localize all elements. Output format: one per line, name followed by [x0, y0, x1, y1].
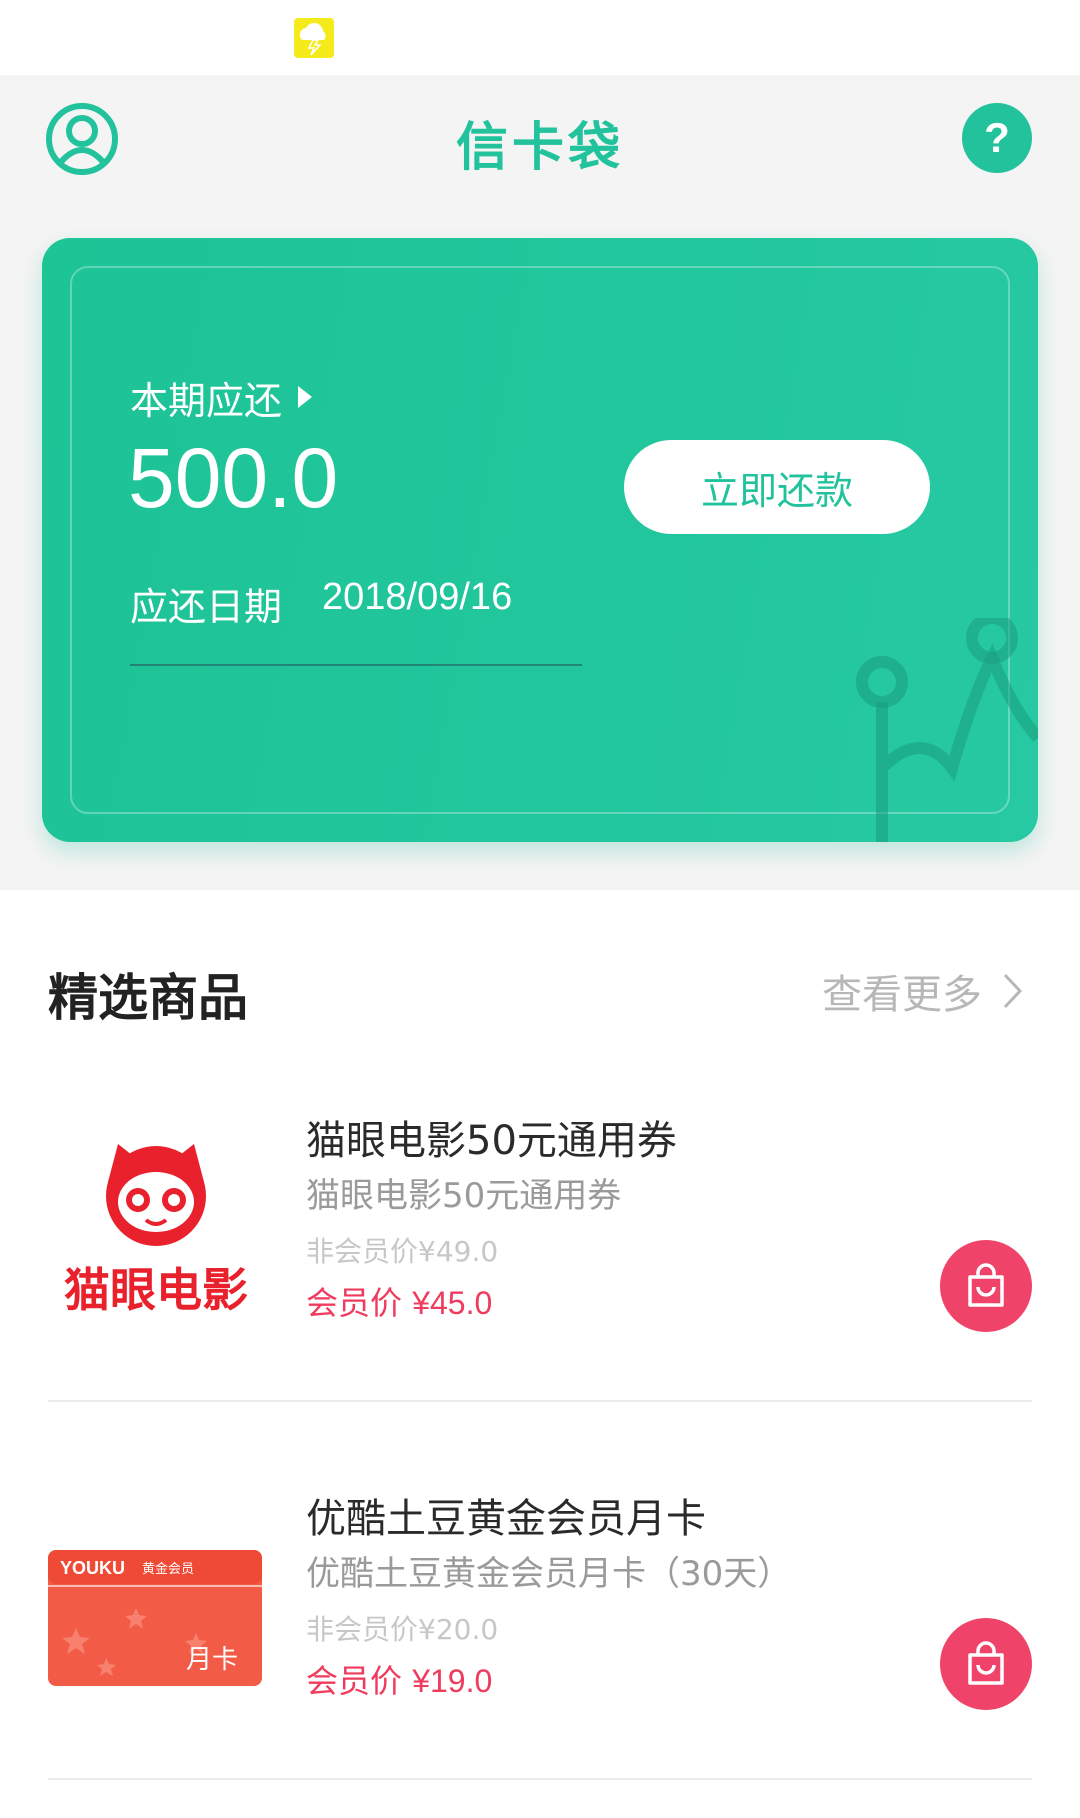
- original-price: 非会员价¥20.0: [306, 1613, 499, 1646]
- maoyan-logo: 猫眼电影: [46, 1120, 266, 1340]
- due-date-value: 2018/09/16: [322, 576, 513, 618]
- svg-text:?: ?: [984, 114, 1010, 161]
- member-price-amount: ¥19.0: [412, 1663, 493, 1699]
- featured-section-header: 精选商品 查看更多: [0, 950, 1080, 1030]
- help-icon[interactable]: ?: [962, 103, 1032, 173]
- card-underline: [130, 664, 582, 666]
- due-date-row: 应还日期 2018/09/16: [130, 576, 512, 631]
- youku-gold-card: YOUKU 黄金会员 月卡: [46, 1498, 266, 1718]
- maoyan-logo-text: 猫眼电影: [64, 1263, 248, 1317]
- due-date-label: 应还日期: [130, 585, 283, 629]
- chevron-right-icon: [1002, 971, 1024, 1011]
- product-subtitle: 优酷土豆黄金会员月卡（30天）: [306, 1554, 792, 1594]
- period-label-text: 本期应还: [130, 378, 283, 423]
- youku-card-label: 月卡: [186, 1645, 238, 1675]
- repay-now-button[interactable]: 立即还款: [624, 440, 930, 534]
- bill-card: 本期应还 500.0 应还日期 2018/09/16 立即还款: [42, 238, 1038, 842]
- product-item[interactable]: 猫眼电影 猫眼电影50元通用券 猫眼电影50元通用券 非会员价¥49.0 会员价…: [0, 1080, 1080, 1440]
- add-to-cart-button[interactable]: [940, 1240, 1032, 1332]
- status-bar: [0, 0, 1080, 75]
- youku-logo-text: YOUKU: [60, 1558, 125, 1578]
- member-price: 会员价 ¥45.0: [306, 1278, 492, 1324]
- card-decoration-graphic: [802, 618, 1038, 842]
- member-price-amount: ¥45.0: [412, 1285, 493, 1321]
- due-amount: 500.0: [128, 431, 339, 525]
- divider: [48, 1778, 1032, 1780]
- add-to-cart-button[interactable]: [940, 1618, 1032, 1710]
- shopping-bag-icon: [968, 1263, 1004, 1307]
- caret-right-icon: [296, 384, 314, 410]
- product-item[interactable]: YOUKU 黄金会员 月卡 优酷土豆黄金会员月卡 优酷土豆黄金会员月卡（30天）…: [0, 1458, 1080, 1818]
- shopping-bag-icon: [968, 1641, 1004, 1685]
- see-more-label: 查看更多: [822, 972, 982, 1018]
- product-name: 猫眼电影50元通用券: [306, 1118, 677, 1164]
- member-price-label: 会员价: [306, 1662, 403, 1700]
- divider: [48, 1400, 1032, 1402]
- original-price: 非会员价¥49.0: [306, 1235, 499, 1268]
- weather-thunder-icon: [294, 18, 334, 58]
- period-label[interactable]: 本期应还: [130, 372, 314, 423]
- section-title: 精选商品: [48, 969, 248, 1027]
- see-more-link[interactable]: 查看更多: [822, 966, 1024, 1018]
- page-title: 信卡袋: [455, 118, 624, 178]
- app-header: 信卡袋 ?: [0, 75, 1080, 205]
- youku-card-badge: 黄金会员: [142, 1561, 194, 1577]
- product-subtitle: 猫眼电影50元通用券: [306, 1176, 622, 1216]
- member-price-label: 会员价: [306, 1284, 403, 1322]
- product-name: 优酷土豆黄金会员月卡: [306, 1496, 706, 1542]
- member-price: 会员价 ¥19.0: [306, 1656, 492, 1702]
